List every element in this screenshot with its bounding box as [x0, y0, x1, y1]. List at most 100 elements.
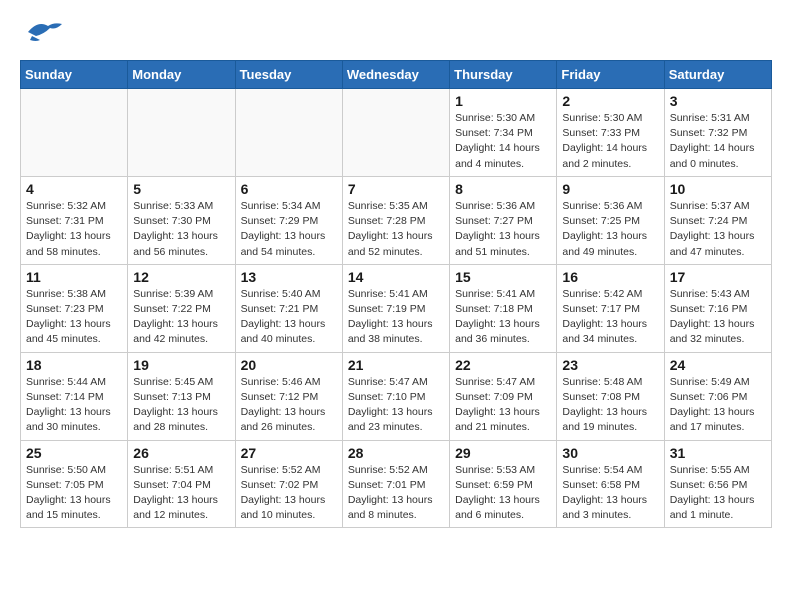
day-info: Sunrise: 5:33 AMSunset: 7:30 PMDaylight:… [133, 199, 229, 260]
day-info: Sunrise: 5:31 AMSunset: 7:32 PMDaylight:… [670, 111, 766, 172]
calendar-cell [21, 89, 128, 177]
day-info: Sunrise: 5:30 AMSunset: 7:33 PMDaylight:… [562, 111, 658, 172]
day-number: 24 [670, 357, 766, 373]
day-info: Sunrise: 5:32 AMSunset: 7:31 PMDaylight:… [26, 199, 122, 260]
calendar-cell: 20Sunrise: 5:46 AMSunset: 7:12 PMDayligh… [235, 352, 342, 440]
calendar-cell: 12 Sunrise: 5:39 AMSunset: 7:22 PMDayligh… [128, 264, 235, 352]
day-number: 9 [562, 181, 658, 197]
calendar-cell: 13 Sunrise: 5:40 AMSunset: 7:21 PMDayligh… [235, 264, 342, 352]
day-number: 30 [562, 445, 658, 461]
calendar-week-row: 11Sunrise: 5:38 AMSunset: 7:23 PMDayligh… [21, 264, 772, 352]
day-info: Sunrise: 5:55 AMSunset: 6:56 PMDaylight:… [670, 463, 766, 524]
day-number: 26 [133, 445, 229, 461]
day-number: 25 [26, 445, 122, 461]
day-info: Sunrise: 5:30 AMSunset: 7:34 PMDaylight:… [455, 111, 551, 172]
calendar-cell: 6 Sunrise: 5:34 AMSunset: 7:29 PMDaylight… [235, 176, 342, 264]
calendar-week-row: 18Sunrise: 5:44 AMSunset: 7:14 PMDayligh… [21, 352, 772, 440]
weekday-header: Saturday [664, 61, 771, 89]
day-number: 21 [348, 357, 444, 373]
day-number: 12 [133, 269, 229, 285]
day-info: Sunrise: 5:39 AMSunset: 7:22 PMDaylight:… [133, 287, 229, 348]
day-number: 14 [348, 269, 444, 285]
calendar-cell: 21 Sunrise: 5:47 AMSunset: 7:10 PMDayligh… [342, 352, 449, 440]
day-number: 23 [562, 357, 658, 373]
header [20, 16, 772, 48]
day-info: Sunrise: 5:47 AMSunset: 7:10 PMDaylight:… [348, 375, 444, 436]
calendar-cell: 2 Sunrise: 5:30 AMSunset: 7:33 PMDaylight… [557, 89, 664, 177]
day-number: 15 [455, 269, 551, 285]
day-info: Sunrise: 5:52 AMSunset: 7:01 PMDaylight:… [348, 463, 444, 524]
calendar-cell: 29 Sunrise: 5:53 AMSunset: 6:59 PMDayligh… [450, 440, 557, 528]
day-info: Sunrise: 5:50 AMSunset: 7:05 PMDaylight:… [26, 463, 122, 524]
calendar-cell: 1 Sunrise: 5:30 AMSunset: 7:34 PMDaylight… [450, 89, 557, 177]
calendar-cell: 9 Sunrise: 5:36 AMSunset: 7:25 PMDaylight… [557, 176, 664, 264]
day-number: 17 [670, 269, 766, 285]
day-info: Sunrise: 5:52 AMSunset: 7:02 PMDaylight:… [241, 463, 337, 524]
day-info: Sunrise: 5:45 AMSunset: 7:13 PMDaylight:… [133, 375, 229, 436]
day-number: 8 [455, 181, 551, 197]
day-info: Sunrise: 5:40 AMSunset: 7:21 PMDaylight:… [241, 287, 337, 348]
calendar-week-row: 4 Sunrise: 5:32 AMSunset: 7:31 PMDaylight… [21, 176, 772, 264]
day-info: Sunrise: 5:53 AMSunset: 6:59 PMDaylight:… [455, 463, 551, 524]
calendar-cell: 15Sunrise: 5:41 AMSunset: 7:18 PMDayligh… [450, 264, 557, 352]
day-info: Sunrise: 5:35 AMSunset: 7:28 PMDaylight:… [348, 199, 444, 260]
calendar-cell: 11Sunrise: 5:38 AMSunset: 7:23 PMDayligh… [21, 264, 128, 352]
calendar-cell: 27 Sunrise: 5:52 AMSunset: 7:02 PMDayligh… [235, 440, 342, 528]
calendar-cell: 3 Sunrise: 5:31 AMSunset: 7:32 PMDaylight… [664, 89, 771, 177]
calendar-cell: 25 Sunrise: 5:50 AMSunset: 7:05 PMDayligh… [21, 440, 128, 528]
calendar-cell: 28 Sunrise: 5:52 AMSunset: 7:01 PMDayligh… [342, 440, 449, 528]
calendar-header-row: SundayMondayTuesdayWednesdayThursdayFrid… [21, 61, 772, 89]
calendar-cell [342, 89, 449, 177]
day-number: 3 [670, 93, 766, 109]
day-info: Sunrise: 5:46 AMSunset: 7:12 PMDaylight:… [241, 375, 337, 436]
calendar-cell: 17 Sunrise: 5:43 AMSunset: 7:16 PMDayligh… [664, 264, 771, 352]
calendar-table: SundayMondayTuesdayWednesdayThursdayFrid… [20, 60, 772, 528]
page: SundayMondayTuesdayWednesdayThursdayFrid… [0, 0, 792, 544]
day-number: 1 [455, 93, 551, 109]
calendar-week-row: 25 Sunrise: 5:50 AMSunset: 7:05 PMDayligh… [21, 440, 772, 528]
day-info: Sunrise: 5:49 AMSunset: 7:06 PMDaylight:… [670, 375, 766, 436]
day-info: Sunrise: 5:48 AMSunset: 7:08 PMDaylight:… [562, 375, 658, 436]
weekday-header: Sunday [21, 61, 128, 89]
day-info: Sunrise: 5:51 AMSunset: 7:04 PMDaylight:… [133, 463, 229, 524]
calendar-cell [235, 89, 342, 177]
calendar-cell: 26 Sunrise: 5:51 AMSunset: 7:04 PMDayligh… [128, 440, 235, 528]
day-info: Sunrise: 5:54 AMSunset: 6:58 PMDaylight:… [562, 463, 658, 524]
day-info: Sunrise: 5:43 AMSunset: 7:16 PMDaylight:… [670, 287, 766, 348]
day-number: 27 [241, 445, 337, 461]
calendar-cell: 5 Sunrise: 5:33 AMSunset: 7:30 PMDaylight… [128, 176, 235, 264]
day-number: 29 [455, 445, 551, 461]
day-number: 16 [562, 269, 658, 285]
day-info: Sunrise: 5:34 AMSunset: 7:29 PMDaylight:… [241, 199, 337, 260]
day-info: Sunrise: 5:47 AMSunset: 7:09 PMDaylight:… [455, 375, 551, 436]
day-info: Sunrise: 5:36 AMSunset: 7:25 PMDaylight:… [562, 199, 658, 260]
day-info: Sunrise: 5:42 AMSunset: 7:17 PMDaylight:… [562, 287, 658, 348]
calendar-cell: 16 Sunrise: 5:42 AMSunset: 7:17 PMDayligh… [557, 264, 664, 352]
day-number: 7 [348, 181, 444, 197]
day-number: 22 [455, 357, 551, 373]
calendar-cell: 10Sunrise: 5:37 AMSunset: 7:24 PMDayligh… [664, 176, 771, 264]
calendar-cell: 18Sunrise: 5:44 AMSunset: 7:14 PMDayligh… [21, 352, 128, 440]
calendar-cell: 30 Sunrise: 5:54 AMSunset: 6:58 PMDayligh… [557, 440, 664, 528]
day-number: 28 [348, 445, 444, 461]
calendar-week-row: 1 Sunrise: 5:30 AMSunset: 7:34 PMDaylight… [21, 89, 772, 177]
day-info: Sunrise: 5:37 AMSunset: 7:24 PMDaylight:… [670, 199, 766, 260]
weekday-header: Thursday [450, 61, 557, 89]
weekday-header: Wednesday [342, 61, 449, 89]
day-number: 13 [241, 269, 337, 285]
day-number: 5 [133, 181, 229, 197]
calendar-cell: 23 Sunrise: 5:48 AMSunset: 7:08 PMDayligh… [557, 352, 664, 440]
day-number: 2 [562, 93, 658, 109]
day-info: Sunrise: 5:36 AMSunset: 7:27 PMDaylight:… [455, 199, 551, 260]
day-number: 6 [241, 181, 337, 197]
day-number: 11 [26, 269, 122, 285]
weekday-header: Friday [557, 61, 664, 89]
calendar-cell: 8 Sunrise: 5:36 AMSunset: 7:27 PMDaylight… [450, 176, 557, 264]
calendar-cell [128, 89, 235, 177]
calendar-cell: 4 Sunrise: 5:32 AMSunset: 7:31 PMDaylight… [21, 176, 128, 264]
calendar-cell: 7 Sunrise: 5:35 AMSunset: 7:28 PMDaylight… [342, 176, 449, 264]
weekday-header: Monday [128, 61, 235, 89]
calendar-cell: 31Sunrise: 5:55 AMSunset: 6:56 PMDayligh… [664, 440, 771, 528]
day-number: 4 [26, 181, 122, 197]
calendar-cell: 14Sunrise: 5:41 AMSunset: 7:19 PMDayligh… [342, 264, 449, 352]
